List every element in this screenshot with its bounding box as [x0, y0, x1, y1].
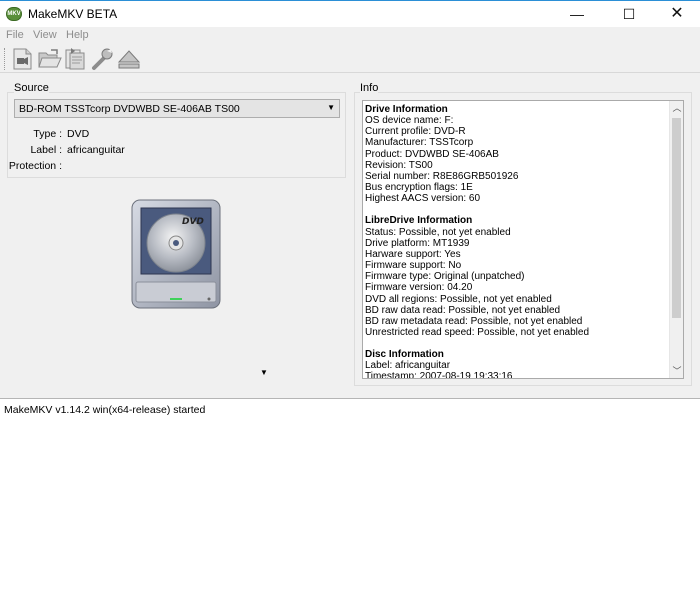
- info-text-box[interactable]: Drive Information OS device name: F: Curre…: [362, 100, 684, 379]
- info-line: Firmware type: Original (unpatched): [365, 271, 525, 283]
- open-files-button[interactable]: [10, 47, 36, 71]
- drive-select-dropdown[interactable]: BD-ROM TSSTcorp DVDWBD SE-406AB TS00 ▼: [14, 99, 340, 118]
- label-label: Label :: [30, 144, 62, 156]
- type-value: DVD: [67, 128, 90, 140]
- open-files-icon: [13, 48, 32, 70]
- menu-view[interactable]: View: [33, 29, 57, 41]
- source-group-label: Source: [14, 82, 49, 94]
- preferences-button[interactable]: [90, 47, 116, 71]
- info-line: BD raw metadata read: Possible, not yet …: [365, 315, 583, 327]
- type-label: Type :: [33, 128, 62, 140]
- info-line: Product: DVDWBD SE-406AB: [365, 148, 499, 160]
- info-line: Firmware version: 04.20: [365, 282, 473, 294]
- info-line: Firmware support: No: [365, 260, 462, 272]
- info-line: Timestamp: 2007-08-19 19:33:16: [365, 371, 513, 379]
- info-line: Harware support: Yes: [365, 248, 461, 260]
- info-section-heading: LibreDrive Information: [365, 215, 473, 227]
- info-line: OS device name: F:: [365, 115, 454, 127]
- maximize-button[interactable]: ☐: [606, 1, 652, 27]
- menu-bar: File View Help: [0, 27, 700, 45]
- drive-image: DVD: [130, 198, 222, 310]
- info-line: Serial number: R8E86GRB501926: [365, 170, 519, 182]
- info-scrollbar[interactable]: ︿ ﹀: [669, 101, 683, 378]
- open-folder-icon: [38, 49, 62, 68]
- log-line: MakeMKV v1.14.2 win(x64-release) started: [4, 404, 206, 416]
- info-line: Revision: TS00: [365, 159, 433, 171]
- info-section-heading: Disc Information: [365, 349, 444, 361]
- log-panel[interactable]: MakeMKV v1.14.2 win(x64-release) started: [0, 398, 700, 598]
- dropdown-arrow-icon: ▼: [327, 103, 335, 112]
- toolbar-grip: [4, 48, 6, 70]
- info-line: Drive platform: MT1939: [365, 237, 470, 249]
- menu-help[interactable]: Help: [66, 29, 89, 41]
- drive-select-value: BD-ROM TSSTcorp DVDWBD SE-406AB TS00: [19, 103, 240, 115]
- dvd-logo-text: DVD: [182, 217, 204, 227]
- scroll-up-icon[interactable]: ︿: [670, 101, 683, 115]
- info-section-heading: Drive Information: [365, 104, 448, 115]
- minimize-button[interactable]: —: [554, 1, 600, 27]
- expand-arrow-icon[interactable]: ▼: [260, 368, 268, 377]
- toolbar: [0, 45, 700, 73]
- title-bar: MKV MakeMKV BETA — ☐ ✕: [0, 0, 700, 27]
- app-icon: MKV: [6, 7, 22, 21]
- backup-button[interactable]: [63, 47, 89, 71]
- info-line: Label: africanguitar: [365, 360, 451, 372]
- scroll-down-icon[interactable]: ﹀: [670, 364, 683, 378]
- info-line: Manufacturer: TSSTcorp: [365, 137, 474, 149]
- info-line: [365, 338, 665, 349]
- info-line: [365, 204, 665, 215]
- close-button[interactable]: ✕: [654, 1, 700, 27]
- label-value: africanguitar: [67, 144, 125, 156]
- info-line: Unrestricted read speed: Possible, not y…: [365, 326, 590, 338]
- info-content: Drive Information OS device name: F: Curre…: [365, 104, 665, 379]
- info-line: Current profile: DVD-R: [365, 126, 466, 138]
- backup-icon: [65, 48, 85, 70]
- eject-icon: [117, 50, 141, 69]
- open-folder-button[interactable]: [37, 47, 63, 71]
- eject-button[interactable]: [116, 47, 142, 71]
- window-title: MakeMKV BETA: [28, 7, 118, 21]
- scroll-thumb[interactable]: [672, 118, 681, 318]
- info-line: DVD all regions: Possible, not yet enabl…: [365, 293, 552, 305]
- info-line: BD raw data read: Possible, not yet enab…: [365, 304, 561, 316]
- menu-file[interactable]: File: [6, 29, 24, 41]
- info-line: Highest AACS version: 60: [365, 193, 481, 205]
- preferences-wrench-icon: [92, 48, 113, 70]
- protection-label: Protection :: [8, 160, 62, 172]
- info-line: Bus encryption flags: 1E: [365, 182, 473, 194]
- info-line: Status: Possible, not yet enabled: [365, 226, 511, 238]
- info-group-label: Info: [360, 82, 379, 94]
